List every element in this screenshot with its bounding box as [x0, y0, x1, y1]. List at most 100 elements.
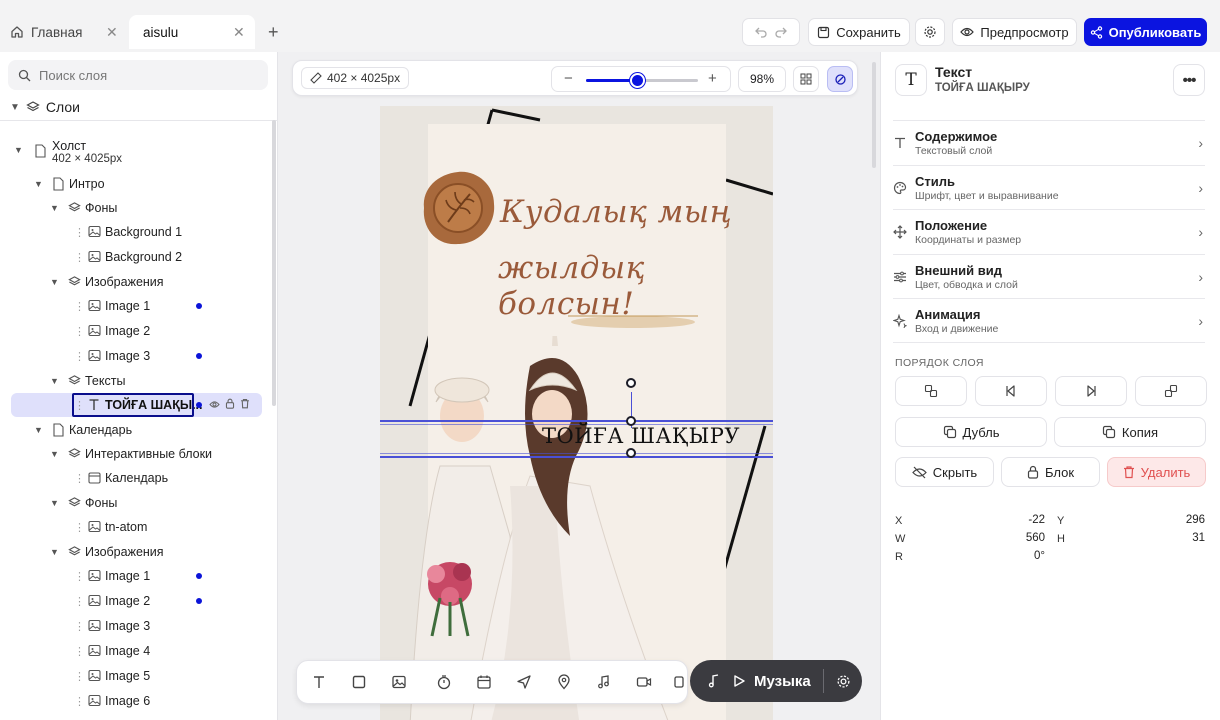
w-value[interactable]: 560 [985, 532, 1045, 544]
tree-canvas-root[interactable]: ▼ Холст 402 × 4025px [14, 138, 264, 172]
tree-item[interactable]: ▼ Фоны [0, 491, 262, 515]
drag-handle-icon[interactable]: ⋮ [74, 595, 85, 608]
play-icon[interactable] [732, 674, 746, 688]
chevron-down-icon[interactable]: ▼ [50, 498, 59, 508]
tree-item[interactable]: ▼ Интро [0, 172, 262, 196]
gear-icon[interactable] [836, 674, 851, 689]
text-tool-icon[interactable] [311, 674, 327, 693]
video-tool-icon[interactable] [636, 674, 652, 693]
grid-button[interactable] [793, 66, 819, 92]
tree-item[interactable]: ⋮ Image 1 [0, 294, 262, 318]
tree-item[interactable]: ▼ Тексты [0, 369, 262, 393]
section-animation[interactable]: Анимация Вход и движение › [893, 298, 1205, 342]
move-forward-button[interactable] [1055, 376, 1127, 406]
dimensions-chip[interactable]: 402 × 4025px [301, 67, 410, 89]
chevron-down-icon[interactable]: ▼ [34, 425, 43, 435]
rotate-handle[interactable] [626, 378, 636, 388]
drag-handle-icon[interactable]: ⋮ [74, 521, 85, 534]
zoom-slider[interactable] [586, 73, 698, 88]
search-input[interactable] [39, 67, 239, 83]
canvas-scrollbar[interactable] [872, 62, 876, 168]
drag-handle-icon[interactable]: ⋮ [74, 472, 85, 485]
tab-home[interactable]: Главная ✕ [10, 15, 120, 49]
resize-handle-top[interactable] [626, 416, 636, 426]
tree-item[interactable]: ⋮ tn-atom [0, 515, 262, 539]
delete-button[interactable]: Удалить [1107, 457, 1206, 487]
close-icon[interactable]: ✕ [233, 24, 245, 41]
drag-handle-icon[interactable]: ⋮ [74, 570, 85, 583]
undo-icon[interactable] [754, 25, 768, 39]
zoom-in-icon[interactable]: + [708, 70, 717, 87]
drag-handle-icon[interactable]: ⋮ [74, 695, 85, 708]
selected-text-layer[interactable]: ТОЙҒА ШАҚЫРУ [542, 424, 740, 448]
chevron-down-icon[interactable]: ▼ [34, 179, 43, 189]
snap-button[interactable] [827, 66, 853, 92]
image-tool-icon[interactable] [391, 674, 407, 693]
trash-icon[interactable] [240, 398, 250, 412]
location-tool-icon[interactable] [556, 674, 572, 693]
tree-item[interactable]: ⋮ Image 5 [0, 664, 262, 688]
resize-handle-bottom[interactable] [626, 448, 636, 458]
tree-item[interactable]: ⋮ Image 1 [0, 564, 262, 588]
h-value[interactable]: 31 [1145, 532, 1205, 544]
music-button[interactable]: Музыка [690, 660, 862, 702]
zoom-knob[interactable] [630, 73, 645, 88]
section-style[interactable]: Стиль Шрифт, цвет и выравнивание › [893, 165, 1205, 209]
chevron-down-icon[interactable]: ▼ [50, 449, 59, 459]
hide-button[interactable]: Скрыть [895, 457, 994, 487]
publish-button[interactable]: Опубликовать [1084, 18, 1207, 46]
tree-item[interactable]: ⋮ Background 1 [0, 220, 262, 244]
tree-item[interactable]: ⋮ Image 3 [0, 614, 262, 638]
rename-box[interactable] [72, 393, 194, 417]
copy-button[interactable]: Копия [1054, 417, 1206, 447]
tree-item-selected[interactable]: ⋮ ТОЙҒА ШАҚЫ... [11, 393, 262, 417]
calendar-tool-icon[interactable] [476, 674, 492, 693]
zoom-out-icon[interactable]: − [564, 70, 573, 87]
move-backward-button[interactable] [975, 376, 1047, 406]
more-options-button[interactable]: ••• [1173, 64, 1205, 96]
bring-to-front-button[interactable] [895, 376, 967, 406]
add-tab-icon[interactable]: + [268, 22, 279, 43]
send-to-back-button[interactable] [1135, 376, 1207, 406]
section-content[interactable]: Содержимое Текстовый слой › [893, 120, 1205, 164]
artboard[interactable]: Кудалық мың жылдық болсын! ТОЙҒА ШАҚЫРУ [380, 106, 773, 720]
drag-handle-icon[interactable]: ⋮ [74, 350, 85, 363]
tree-item[interactable]: ⋮ Image 2 [0, 589, 262, 613]
rectangle-tool-icon[interactable] [351, 674, 367, 693]
tab-aisulu[interactable]: aisulu ✕ [129, 15, 255, 49]
tree-item[interactable]: ▼ Календарь [0, 418, 262, 442]
y-value[interactable]: 296 [1145, 514, 1205, 526]
drag-handle-icon[interactable]: ⋮ [74, 300, 85, 313]
eye-icon[interactable] [209, 398, 220, 412]
duplicate-button[interactable]: Дубль [895, 417, 1047, 447]
tree-item[interactable]: ⋮ Image 4 [0, 639, 262, 663]
drag-handle-icon[interactable]: ⋮ [74, 620, 85, 633]
preview-button[interactable]: Предпросмотр [952, 18, 1077, 46]
lock-icon[interactable] [225, 398, 235, 412]
more-tool-icon[interactable] [674, 674, 684, 693]
x-value[interactable]: -22 [985, 514, 1045, 526]
close-icon[interactable]: ✕ [106, 24, 118, 41]
tree-item[interactable]: ▼ Изображения [0, 540, 262, 564]
lock-button[interactable]: Блок [1001, 457, 1100, 487]
zoom-percent[interactable]: 98% [738, 66, 786, 92]
tree-item[interactable]: ⋮ Image 2 [0, 319, 262, 343]
music-tool-icon[interactable] [596, 674, 612, 693]
drag-handle-icon[interactable]: ⋮ [74, 645, 85, 658]
section-position[interactable]: Положение Координаты и размер › [893, 209, 1205, 253]
tree-item[interactable]: ▼ Изображения [0, 270, 262, 294]
r-value[interactable]: 0° [985, 550, 1045, 562]
layers-scrollbar[interactable] [272, 120, 276, 406]
tree-item[interactable]: ▼ Фоны [0, 196, 262, 220]
drag-handle-icon[interactable]: ⋮ [74, 325, 85, 338]
tree-item[interactable]: ⋮ Image 6 [0, 689, 262, 713]
layer-search[interactable] [8, 60, 268, 90]
save-button[interactable]: Сохранить [808, 18, 910, 46]
chevron-down-icon[interactable]: ▼ [50, 376, 59, 386]
tree-item[interactable]: ⋮ Image 3 [0, 344, 262, 368]
drag-handle-icon[interactable]: ⋮ [74, 251, 85, 264]
send-tool-icon[interactable] [516, 674, 532, 693]
section-appearance[interactable]: Внешний вид Цвет, обводка и слой › [893, 254, 1205, 298]
tree-item[interactable]: ⋮ Календарь [0, 466, 262, 490]
redo-icon[interactable] [774, 25, 788, 39]
